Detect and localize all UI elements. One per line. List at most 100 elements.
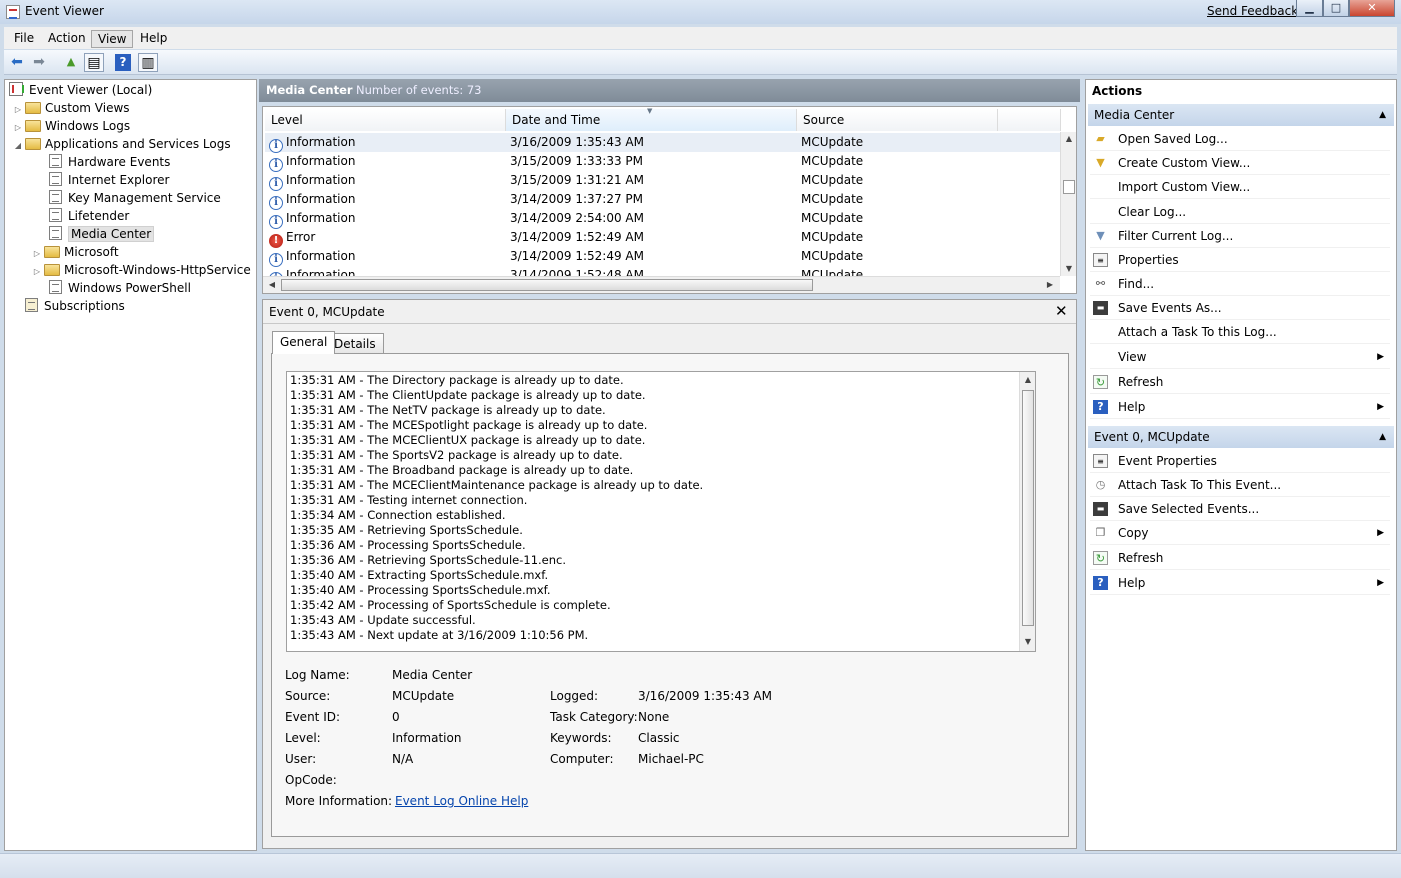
- scroll-up-icon[interactable]: ▲: [1021, 375, 1035, 384]
- send-feedback-link[interactable]: Send Feedback: [1207, 4, 1298, 18]
- menu-action[interactable]: Action: [42, 30, 92, 46]
- properties-icon: ≡: [1093, 253, 1108, 267]
- maximize-button[interactable]: □: [1323, 0, 1349, 17]
- action-properties[interactable]: ≡ Properties: [1090, 248, 1390, 272]
- tab-general[interactable]: General: [272, 331, 336, 354]
- folder-icon: [44, 264, 60, 276]
- action-create-custom-view[interactable]: ▼ Create Custom View...: [1090, 151, 1390, 175]
- event-count: Number of events: 73: [356, 83, 482, 97]
- up-folder-icon[interactable]: ▲: [61, 53, 81, 72]
- menu-view[interactable]: View: [91, 30, 134, 48]
- event-row[interactable]: i Information 3/14/2009 1:52:49 AM MCUpda…: [265, 247, 1061, 267]
- action-help-event[interactable]: ? Help ▶: [1090, 571, 1390, 595]
- message-vertical-scrollbar[interactable]: ▲ ▼: [1019, 372, 1035, 651]
- event-row[interactable]: i Information 3/15/2009 1:31:21 AM MCUpda…: [265, 171, 1061, 191]
- scroll-thumb[interactable]: [1063, 180, 1075, 194]
- tree-key-management-service[interactable]: Key Management Service: [49, 189, 221, 207]
- close-detail-icon[interactable]: ✕: [1055, 302, 1068, 320]
- tree-lifetender[interactable]: Lifetender: [49, 207, 129, 225]
- toolbar: ⬅ ➡ ▲ ▤ ? ▥: [4, 50, 1397, 75]
- events-horizontal-scrollbar[interactable]: ◀ ▶: [263, 276, 1060, 293]
- log-icon: [49, 280, 62, 294]
- action-refresh[interactable]: ↻ Refresh: [1090, 370, 1390, 394]
- events-vertical-scrollbar[interactable]: ▲ ▼: [1060, 132, 1076, 276]
- action-help[interactable]: ? Help ▶: [1090, 395, 1390, 419]
- detail-title: Event 0, MCUpdate: [269, 305, 385, 319]
- more-information-label: More Information:: [285, 794, 393, 808]
- tree-hardware-events[interactable]: Hardware Events: [49, 153, 170, 171]
- action-refresh-event[interactable]: ↻ Refresh: [1090, 546, 1390, 570]
- show-hide-action-pane-icon[interactable]: ▥: [138, 53, 158, 72]
- scroll-left-icon[interactable]: ◀: [265, 280, 279, 289]
- tree-media-center[interactable]: Media Center: [49, 225, 155, 243]
- action-import-custom-view[interactable]: Import Custom View...: [1090, 175, 1390, 199]
- refresh-icon: ↻: [1093, 551, 1108, 565]
- action-view[interactable]: View ▶: [1090, 345, 1390, 369]
- action-open-saved-log[interactable]: ▰ Open Saved Log...: [1090, 127, 1390, 151]
- tree-root-event-viewer[interactable]: Event Viewer (Local): [9, 81, 152, 99]
- scroll-up-icon[interactable]: ▲: [1062, 134, 1076, 143]
- action-filter-current-log[interactable]: ▼ Filter Current Log...: [1090, 224, 1390, 248]
- event-row[interactable]: ! Error 3/14/2009 1:52:49 AM MCUpdate: [265, 228, 1061, 248]
- event-log-online-help-link[interactable]: Event Log Online Help: [395, 794, 528, 808]
- tree-internet-explorer[interactable]: Internet Explorer: [49, 171, 169, 189]
- log-name-title: Media Center: [266, 83, 353, 97]
- level-label: Level:: [285, 731, 321, 745]
- scroll-down-icon[interactable]: ▼: [1062, 264, 1076, 273]
- action-event-properties[interactable]: ≡ Event Properties: [1090, 449, 1390, 473]
- title-bar: Event Viewer Send Feedback ▁ □ ✕: [0, 0, 1401, 24]
- menu-help[interactable]: Help: [134, 30, 173, 46]
- tree-microsoft-windows-httpservice[interactable]: ▷ Microsoft-Windows-HttpService: [32, 261, 251, 279]
- collapse-arrow-icon[interactable]: ◢: [13, 137, 23, 155]
- action-attach-task-to-event[interactable]: ◷ Attach Task To This Event...: [1090, 473, 1390, 497]
- action-save-selected-events[interactable]: ▬ Save Selected Events...: [1090, 497, 1390, 521]
- actions-pane: Actions Media Center ▲ ▰ Open Saved Log...…: [1085, 79, 1397, 851]
- column-header-level[interactable]: Level: [265, 109, 506, 131]
- forward-arrow-icon[interactable]: ➡: [29, 53, 49, 72]
- event-row[interactable]: i Information 3/15/2009 1:33:33 PM MCUpda…: [265, 152, 1061, 172]
- section-media-center[interactable]: Media Center ▲: [1088, 104, 1394, 126]
- log-icon: [49, 172, 62, 186]
- scroll-right-icon[interactable]: ▶: [1043, 280, 1057, 289]
- action-copy[interactable]: ❐ Copy ▶: [1090, 521, 1390, 545]
- back-arrow-icon[interactable]: ⬅: [7, 53, 27, 72]
- event-row[interactable]: i Information 3/16/2009 1:35:43 AM MCUpda…: [265, 133, 1061, 153]
- log-name-value: Media Center: [392, 668, 473, 682]
- actions-title: Actions: [1092, 84, 1143, 98]
- event-row[interactable]: i Information 3/14/2009 2:54:00 AM MCUpda…: [265, 209, 1061, 229]
- log-icon: [49, 190, 62, 204]
- event-row[interactable]: i Information 3/14/2009 1:37:27 PM MCUpda…: [265, 190, 1061, 210]
- tree-windows-powershell[interactable]: Windows PowerShell: [49, 279, 191, 297]
- event-message-box[interactable]: 1:35:31 AM - The Directory package is al…: [286, 371, 1036, 652]
- event-row[interactable]: iInformation 3/14/2009 1:52:48 AM MCUpda…: [265, 266, 1061, 276]
- minimize-button[interactable]: ▁: [1296, 0, 1323, 17]
- tree-microsoft[interactable]: ▷ Microsoft: [32, 243, 119, 261]
- tree-custom-views[interactable]: ▷ Custom Views: [13, 99, 130, 117]
- level-value: Information: [392, 731, 462, 745]
- action-find[interactable]: ⚯ Find...: [1090, 272, 1390, 296]
- scroll-thumb[interactable]: [1022, 390, 1034, 626]
- horizontal-scroll-thumb[interactable]: [281, 279, 813, 291]
- keywords-value: Classic: [638, 731, 680, 745]
- tree-subscriptions[interactable]: Subscriptions: [25, 297, 125, 315]
- events-rows: i Information 3/16/2009 1:35:43 AM MCUpda…: [263, 132, 1061, 276]
- expand-arrow-icon[interactable]: ▷: [32, 263, 42, 281]
- collapse-section-icon[interactable]: ▲: [1379, 104, 1386, 126]
- information-icon: i: [269, 215, 283, 229]
- tree-windows-logs[interactable]: ▷ Windows Logs: [13, 117, 130, 135]
- action-save-events-as[interactable]: ▬ Save Events As...: [1090, 296, 1390, 320]
- save-disk-icon: ▬: [1093, 301, 1108, 315]
- action-attach-task-to-log[interactable]: Attach a Task To this Log...: [1090, 320, 1390, 344]
- open-folder-icon: ▰: [1096, 132, 1105, 145]
- menu-file[interactable]: File: [8, 30, 40, 46]
- close-window-button[interactable]: ✕: [1349, 0, 1395, 17]
- help-icon[interactable]: ?: [115, 54, 131, 71]
- filter-icon: ▼: [1096, 156, 1105, 169]
- scroll-down-icon[interactable]: ▼: [1021, 637, 1035, 646]
- show-hide-tree-icon[interactable]: ▤: [84, 53, 104, 72]
- action-clear-log[interactable]: Clear Log...: [1090, 200, 1390, 224]
- tree-app-services-logs[interactable]: ◢ Applications and Services Logs: [13, 135, 231, 153]
- collapse-section-icon[interactable]: ▲: [1379, 426, 1386, 448]
- section-event-mcupdate[interactable]: Event 0, MCUpdate ▲: [1088, 426, 1394, 448]
- column-header-source[interactable]: Source: [797, 109, 998, 131]
